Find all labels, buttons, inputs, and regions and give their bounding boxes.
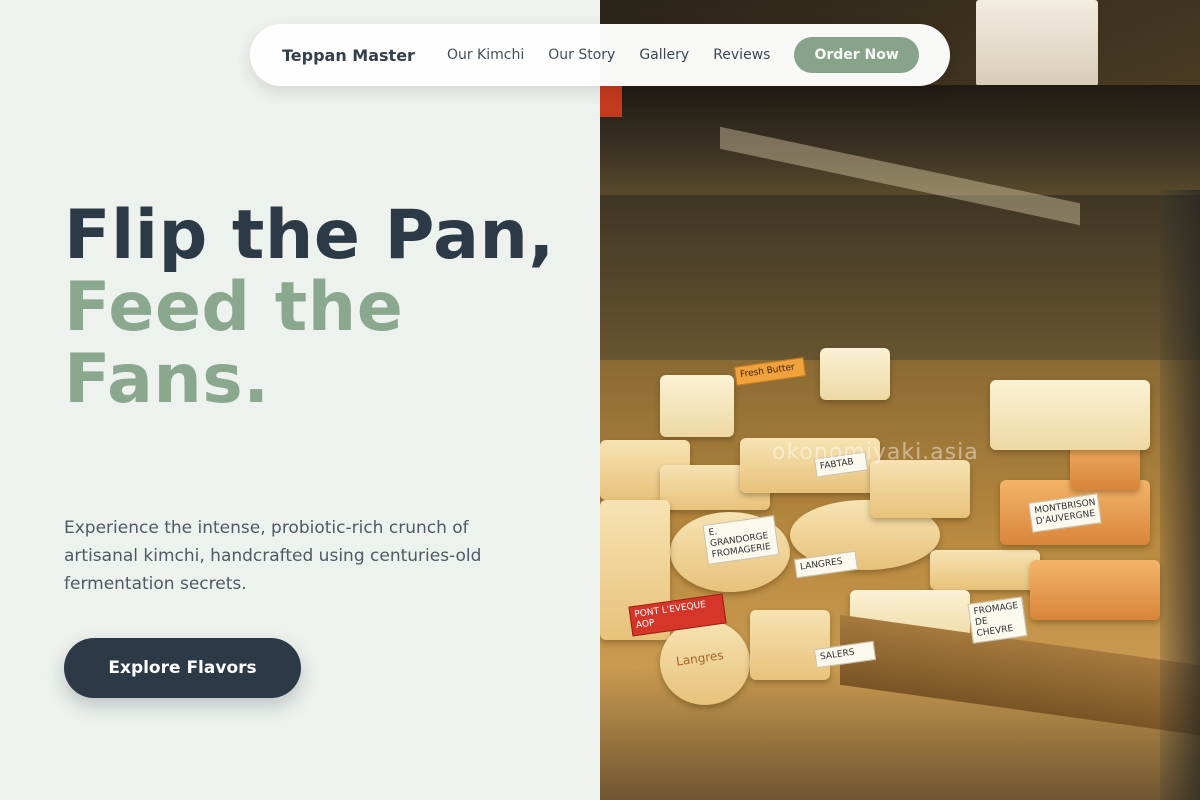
explore-flavors-button[interactable]: Explore Flavors	[64, 638, 301, 698]
red-sign-edge	[600, 85, 622, 117]
cheese-block	[750, 610, 830, 680]
navbar: Teppan Master Our Kimchi Our Story Galle…	[250, 24, 950, 86]
watermark: okonomiyaki.asia	[772, 440, 979, 465]
hero-title-accent: Feed the Fans.	[64, 268, 404, 419]
shelf-box	[976, 0, 1098, 86]
cheese-block	[930, 550, 1040, 590]
cheese-tub	[820, 348, 890, 400]
display-back-wall	[600, 195, 1200, 365]
cheese-orange	[1030, 560, 1160, 620]
hero-photo: Fresh Butter E. GRANDORGE FROMAGERIE LAN…	[600, 0, 1200, 800]
glass-case-edge	[1160, 190, 1200, 800]
hero-subtitle: Experience the intense, probiotic-rich c…	[64, 518, 482, 594]
cheese-block	[990, 380, 1150, 450]
order-now-button[interactable]: Order Now	[794, 37, 919, 73]
nav-link-reviews[interactable]: Reviews	[713, 47, 770, 63]
hero-title-dark: Flip the Pan,	[64, 196, 555, 275]
cheese-tub	[660, 375, 734, 437]
cheese-block	[870, 460, 970, 518]
nav-link-our-story[interactable]: Our Story	[548, 47, 615, 63]
brand-logo[interactable]: Teppan Master	[282, 46, 415, 65]
nav-link-gallery[interactable]: Gallery	[639, 47, 689, 63]
hero-title: Flip the Pan, Feed the Fans.	[64, 200, 584, 416]
price-tag: FROMAGE DE CHEVRE	[967, 596, 1028, 645]
nav-link-our-kimchi[interactable]: Our Kimchi	[447, 47, 524, 63]
